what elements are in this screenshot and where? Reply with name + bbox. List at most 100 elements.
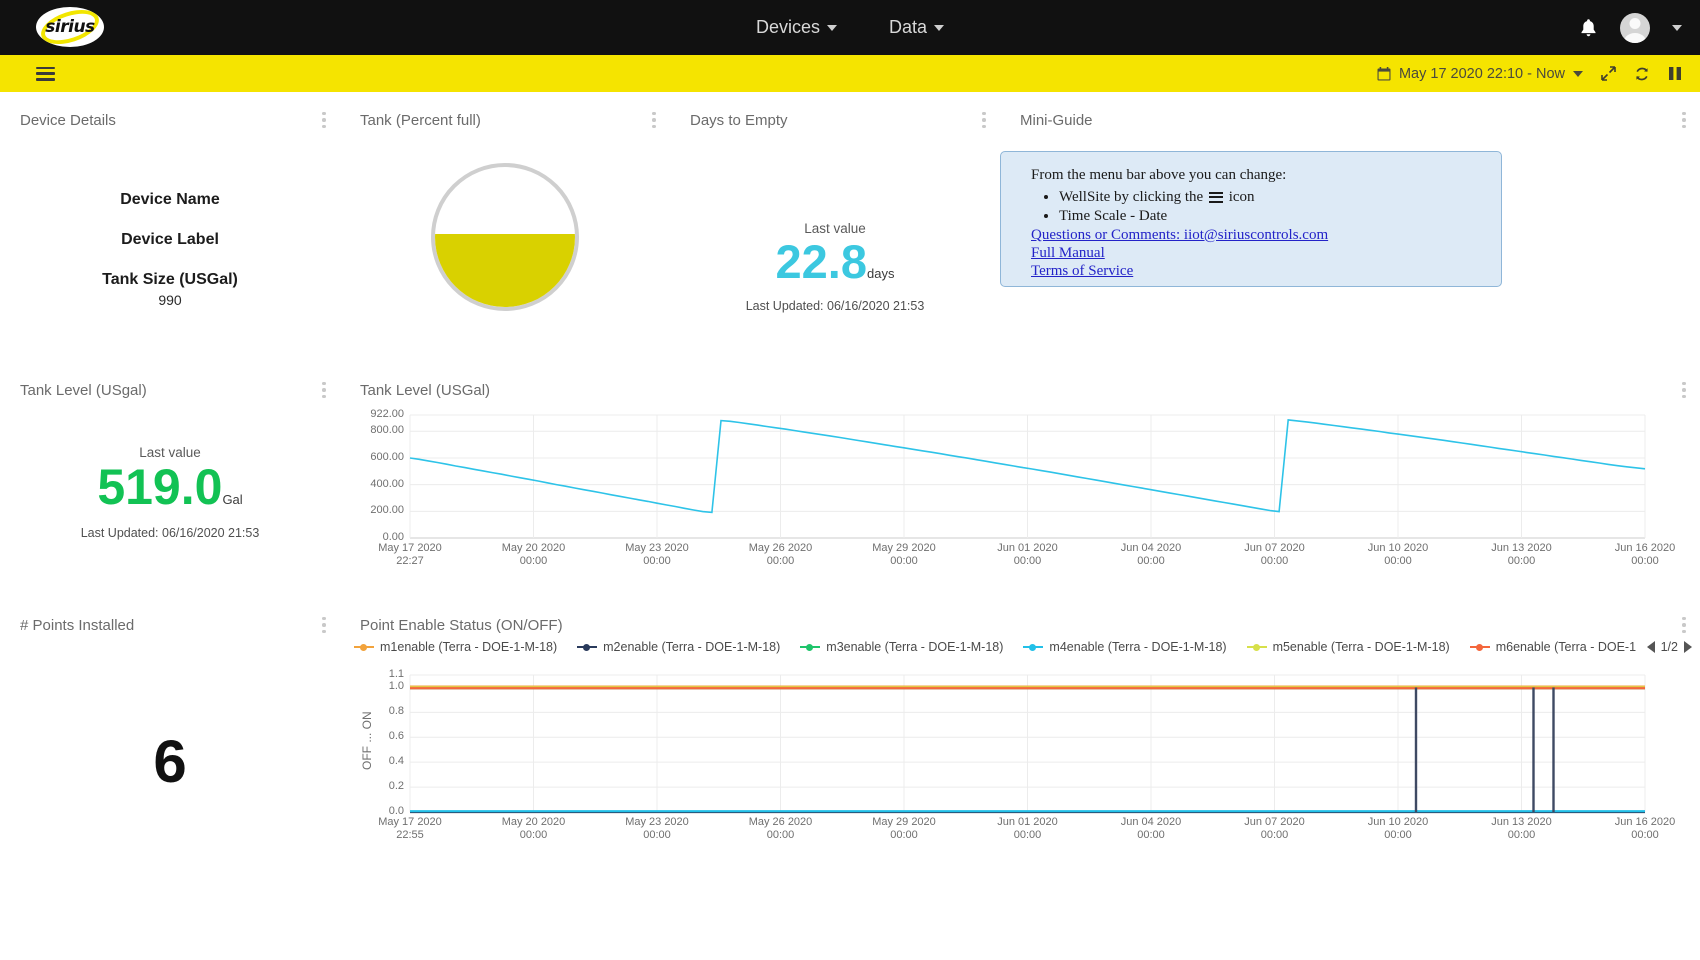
link-full-manual[interactable]: Full Manual [1031, 244, 1489, 262]
legend-marker-icon [354, 642, 374, 652]
x-axis-tick-label: Jun 13 2020 00:00 [1491, 542, 1552, 567]
days-to-empty-body: Last value 22.8days Last Updated: 06/16/… [670, 135, 1000, 313]
link-questions-comments[interactable]: Questions or Comments: iiot@siriuscontro… [1031, 226, 1489, 244]
widget-header: Tank (Percent full) [340, 105, 670, 135]
tank-percent-label: 52.4% [476, 216, 534, 239]
hamburger-icon[interactable] [36, 66, 55, 81]
date-range-picker[interactable]: May 17 2020 22:10 - Now [1377, 66, 1583, 82]
expand-icon[interactable] [1601, 66, 1616, 81]
y-axis-tick-label: 800.00 [370, 424, 404, 437]
x-axis-tick-label: May 29 2020 00:00 [872, 542, 936, 567]
legend-marker-icon [1469, 642, 1490, 652]
legend-label: m1enable (Terra - DOE-1-M-18) [380, 640, 558, 654]
tank-size-label: Tank Size (USGal) [102, 271, 238, 288]
pause-icon[interactable] [1668, 66, 1682, 81]
x-axis-tick-label: Jun 07 2020 00:00 [1244, 816, 1305, 841]
widget-menu-icon[interactable] [322, 616, 326, 634]
device-details-body: Device Name Device Label Tank Size (USGa… [0, 135, 340, 308]
x-axis-tick-label: May 17 2020 22:27 [378, 542, 442, 567]
x-axis-tick-label: Jun 10 2020 00:00 [1367, 816, 1429, 841]
toolbar-actions: May 17 2020 22:10 - Now [1377, 55, 1682, 92]
widget-menu-icon[interactable] [982, 111, 986, 129]
widget-menu-icon[interactable] [652, 111, 656, 129]
hamburger-line [36, 72, 55, 75]
widget-header: Point Enable Status (ON/OFF) [340, 610, 1700, 640]
point-enable-status-line-chart[interactable]: 0.0 0.2 0.4 0.6 0.8 1.0 1.1 May 17 2020 22:55 May… [340, 640, 1700, 855]
widget-title: Tank Level (USgal) [20, 381, 147, 399]
x-axis-tick-label: Jun 16 2020 00:00 [1614, 816, 1676, 841]
bullet-text-before: WellSite by clicking the [1059, 189, 1207, 206]
legend-label: m3enable (Terra - DOE-1-M-18) [826, 640, 1004, 654]
prev-page-icon[interactable] [1646, 641, 1655, 653]
x-axis-tick-label: May 26 2020 00:00 [748, 816, 813, 841]
widget-menu-icon[interactable] [1682, 616, 1686, 634]
y-axis-tick-label: 0.2 [388, 780, 404, 793]
device-label-label: Device Label [121, 231, 219, 248]
legend-item[interactable]: m6enable (Terra - DOE-1 [1469, 640, 1637, 654]
y-axis-title: OFF ... ON [360, 711, 374, 770]
widget-point-enable-status-chart: Point Enable Status (ON/OFF) 0.0 0.2 0.4 0.… [340, 610, 1700, 860]
widget-menu-icon[interactable] [1682, 111, 1686, 129]
y-axis-tick-label: 1.1 [388, 668, 404, 680]
date-range-label: May 17 2020 22:10 - Now [1398, 65, 1565, 82]
legend-item[interactable]: m4enable (Terra - DOE-1-M-18) [1023, 640, 1227, 654]
x-axis-tick-label: May 23 2020 00:00 [625, 816, 689, 841]
chart-legend: m1enable (Terra - DOE-1-M-18) m2enable (T… [354, 640, 1636, 654]
x-axis-tick-label: Jun 04 2020 00:00 [1120, 816, 1182, 841]
next-page-icon[interactable] [1684, 641, 1692, 653]
points-installed-value: 6 [153, 728, 187, 795]
tank-level-updated: Last Updated: 06/16/2020 21:53 [80, 526, 260, 540]
widget-menu-icon[interactable] [1682, 381, 1686, 399]
legend-label: m6enable (Terra - DOE-1 [1495, 640, 1637, 654]
widget-title: Device Details [20, 111, 116, 129]
nav-item-data[interactable]: Data [889, 17, 945, 38]
logo-text: sirius [45, 17, 95, 37]
x-axis-tick-label: May 20 2020 00:00 [501, 542, 566, 567]
widget-header: Tank Level (USgal) [0, 375, 340, 405]
nav-item-devices-label: Devices [755, 17, 820, 37]
user-avatar-icon[interactable] [1620, 12, 1650, 43]
hamburger-icon [1208, 192, 1223, 203]
tank-level-unit: Gal [222, 492, 243, 507]
widget-menu-icon[interactable] [322, 381, 326, 399]
link-terms-of-service[interactable]: Terms of Service [1031, 262, 1489, 280]
widget-header: # Points Installed [0, 610, 340, 640]
widget-title: Tank Level (USGal) [360, 381, 491, 399]
x-axis-tick-label: May 26 2020 00:00 [748, 542, 813, 567]
y-axis-tick-label: 400.00 [370, 477, 404, 490]
legend-item[interactable]: m2enable (Terra - DOE-1-M-18) [577, 640, 780, 654]
tank-gauge: 52.4% [340, 135, 670, 325]
bell-icon[interactable] [1579, 18, 1598, 38]
legend-page-indicator: 1/2 [1660, 640, 1678, 654]
refresh-icon[interactable] [1634, 66, 1650, 82]
bullet-text: Time Scale - Date [1059, 207, 1168, 224]
legend-pager[interactable]: 1/2 [1646, 640, 1692, 654]
x-axis-tick-label: May 20 2020 00:00 [501, 816, 566, 841]
legend-label: m2enable (Terra - DOE-1-M-18) [603, 640, 781, 654]
nav-item-devices[interactable]: Devices [756, 17, 837, 38]
tank-level-body: Last value 519.0Gal Last Updated: 06/16/… [0, 405, 340, 540]
widget-device-details: Device Details Device Name Device Label … [0, 105, 340, 355]
legend-marker-icon [1246, 642, 1267, 652]
widget-points-installed: # Points Installed 6 [0, 610, 340, 860]
y-axis-tick-label: 200.00 [370, 504, 404, 517]
legend-marker-icon [1023, 642, 1044, 652]
legend-label: m5enable (Terra - DOE-1-M-18) [1272, 640, 1450, 654]
tank-level-line-chart[interactable]: 0.00 200.00 400.00 600.00 800.00 922.00 May 17… [340, 405, 1700, 595]
y-axis-tick-label: 600.00 [370, 450, 404, 463]
days-to-empty-unit: days [867, 266, 895, 281]
legend-item[interactable]: m5enable (Terra - DOE-1-M-18) [1246, 640, 1450, 654]
x-axis-tick-label: Jun 01 2020 00:00 [997, 542, 1058, 567]
widget-title: # Points Installed [20, 616, 135, 634]
legend-item[interactable]: m3enable (Terra - DOE-1-M-18) [800, 640, 1003, 654]
top-navigation-bar: sirius Devices Data [0, 0, 1700, 55]
y-axis-tick-label: 1.0 [388, 680, 404, 693]
legend-marker-icon [577, 642, 598, 652]
widget-menu-icon[interactable] [322, 111, 326, 129]
chevron-down-icon[interactable] [1672, 24, 1682, 31]
widget-title: Point Enable Status (ON/OFF) [360, 616, 563, 634]
widget-title: Days to Empty [690, 111, 788, 129]
x-axis-tick-label: Jun 04 2020 00:00 [1120, 542, 1182, 567]
tank-gauge-circle: 52.4% [431, 163, 579, 311]
legend-item[interactable]: m1enable (Terra - DOE-1-M-18) [354, 640, 557, 654]
